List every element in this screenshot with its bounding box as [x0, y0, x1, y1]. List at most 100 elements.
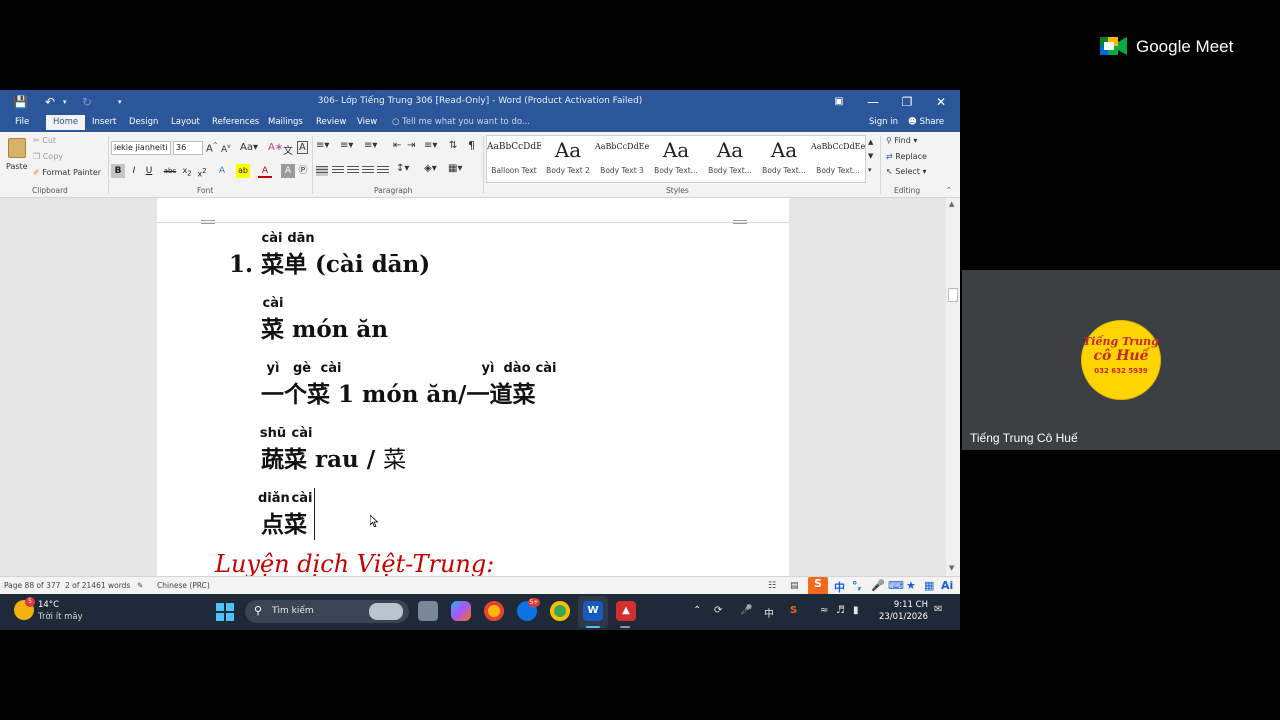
- document-area[interactable]: cài dān 1. 菜单 (cài dān) cài 菜 món ăn yì …: [0, 198, 960, 576]
- ime-punctuation-icon[interactable]: °,: [852, 579, 862, 592]
- styles-scroll-down-icon[interactable]: ▼: [868, 152, 873, 160]
- weather-description[interactable]: Trời ít mây: [38, 612, 83, 622]
- ime-voice-icon[interactable]: 🎤: [871, 579, 885, 592]
- wifi-icon[interactable]: ≈: [820, 605, 828, 616]
- tell-me-box[interactable]: ○ Tell me what you want to do...: [392, 117, 530, 127]
- numbering-icon[interactable]: ≡▾: [340, 140, 353, 151]
- find-button[interactable]: ⚲ Find ▾: [886, 136, 917, 145]
- ime-keyboard-icon[interactable]: ⌨: [888, 579, 904, 592]
- shading-icon[interactable]: ◈▾: [424, 163, 437, 174]
- character-border-icon[interactable]: A: [297, 141, 308, 154]
- taskbar-search[interactable]: ⚲ Tìm kiếm: [245, 600, 409, 623]
- style-body-text-3[interactable]: AaBbCcDdEe Body Text 3: [595, 136, 649, 182]
- shrink-font-icon[interactable]: Av: [221, 143, 231, 155]
- copilot-icon[interactable]: [451, 601, 471, 621]
- minimize-button[interactable]: —: [856, 90, 890, 114]
- align-right-icon[interactable]: [347, 166, 359, 176]
- replace-button[interactable]: ⇄ Replace: [886, 152, 927, 161]
- clock-time[interactable]: 9:11 CH: [880, 600, 928, 610]
- vertical-scrollbar[interactable]: ▲ ▼: [946, 198, 960, 576]
- collapse-ribbon-icon[interactable]: ⌃: [946, 186, 952, 194]
- superscript-button[interactable]: x2: [195, 164, 209, 179]
- format-painter-button[interactable]: ✐ Format Painter: [33, 168, 101, 177]
- font-name-box[interactable]: iekie jianheiti: [111, 141, 171, 155]
- font-size-box[interactable]: 36: [173, 141, 203, 155]
- read-mode-icon[interactable]: ☷: [768, 581, 776, 591]
- sort-icon[interactable]: ⇅: [449, 140, 457, 151]
- close-button[interactable]: ✕: [924, 90, 958, 114]
- notification-icon[interactable]: ✉: [934, 604, 942, 615]
- share-button[interactable]: ☻ Share: [908, 117, 944, 127]
- microphone-icon[interactable]: 🎤: [740, 605, 752, 616]
- style-body-text-6[interactable]: Aa Body Text...: [757, 136, 811, 182]
- tab-home[interactable]: Home: [46, 115, 86, 130]
- proofing-icon[interactable]: ✎: [137, 581, 143, 590]
- borders-icon[interactable]: ▦▾: [448, 163, 462, 174]
- pilcrow-icon[interactable]: ¶: [468, 139, 475, 152]
- sogou-tray-icon[interactable]: S: [790, 605, 797, 616]
- style-body-text-5[interactable]: Aa Body Text...: [703, 136, 757, 182]
- cut-button[interactable]: ✂ Cut: [33, 136, 56, 145]
- select-button[interactable]: ↖ Select ▾: [886, 167, 927, 176]
- distributed-icon[interactable]: [377, 166, 389, 176]
- strikethrough-button[interactable]: abc: [163, 164, 177, 178]
- bullets-icon[interactable]: ≡▾: [316, 140, 329, 151]
- word-app-icon[interactable]: W: [583, 601, 603, 621]
- style-body-text-4[interactable]: Aa Body Text...: [649, 136, 703, 182]
- sogou-ime-icon[interactable]: S: [808, 577, 828, 594]
- print-layout-icon[interactable]: ▤: [790, 581, 799, 591]
- weather-temp[interactable]: 14°C: [38, 600, 59, 610]
- battery-icon[interactable]: ▮: [853, 605, 859, 616]
- character-shading-icon[interactable]: A: [281, 164, 295, 178]
- ime-tray-indicator[interactable]: 中: [764, 605, 774, 620]
- font-color-icon[interactable]: A: [258, 164, 272, 178]
- volume-icon[interactable]: ♬: [836, 605, 845, 616]
- paste-button[interactable]: Paste: [5, 136, 29, 178]
- windows-start-icon[interactable]: [216, 603, 234, 621]
- decrease-indent-icon[interactable]: ⇤: [393, 140, 401, 151]
- sign-in-link[interactable]: Sign in: [869, 117, 898, 127]
- tray-overflow-icon[interactable]: ⌃: [693, 605, 701, 616]
- style-balloon-text[interactable]: AaBbCcDdE Balloon Text: [487, 136, 541, 182]
- underline-button[interactable]: U: [142, 164, 156, 178]
- scroll-thumb[interactable]: [948, 288, 958, 302]
- document-page[interactable]: cài dān 1. 菜单 (cài dān) cài 菜 món ăn yì …: [157, 198, 789, 576]
- tab-layout[interactable]: Layout: [171, 117, 200, 127]
- subscript-button[interactable]: x2: [180, 164, 194, 178]
- styles-scroll-up-icon[interactable]: ▲: [868, 138, 873, 146]
- ime-ai-icon[interactable]: Ai: [941, 579, 953, 592]
- tab-insert[interactable]: Insert: [92, 117, 116, 127]
- grow-font-icon[interactable]: A^: [206, 142, 218, 154]
- multilevel-list-icon[interactable]: ≡▾: [364, 140, 377, 151]
- highlight-icon[interactable]: ab: [236, 164, 250, 178]
- style-body-text-2[interactable]: Aa Body Text 2: [541, 136, 595, 182]
- ime-chinese-icon[interactable]: 中: [834, 579, 845, 594]
- enclose-characters-icon[interactable]: Ⓟ: [296, 164, 310, 178]
- ime-skin-icon[interactable]: ★: [906, 579, 916, 592]
- chinese-layout-icon[interactable]: ≡▾: [424, 140, 437, 151]
- line-spacing-icon[interactable]: ↕▾: [396, 163, 409, 174]
- align-center-icon[interactable]: [332, 166, 344, 176]
- clock-date[interactable]: 23/01/2026: [870, 612, 928, 622]
- tab-view[interactable]: View: [357, 117, 377, 127]
- restore-button[interactable]: ❐: [890, 90, 924, 114]
- bold-button[interactable]: B: [111, 164, 125, 178]
- tab-references[interactable]: References: [212, 117, 259, 127]
- tab-design[interactable]: Design: [129, 117, 158, 127]
- chrome-icon[interactable]: [484, 601, 504, 621]
- tab-file[interactable]: File: [15, 117, 29, 127]
- ribbon-display-icon[interactable]: ▣: [822, 90, 856, 114]
- style-body-text-7[interactable]: AaBbCcDdEe Body Text...: [811, 136, 865, 182]
- increase-indent-icon[interactable]: ⇥: [407, 140, 415, 151]
- copy-button[interactable]: ❐ Copy: [33, 152, 63, 161]
- scroll-up-icon[interactable]: ▲: [949, 200, 954, 208]
- justify-icon[interactable]: [362, 166, 374, 176]
- chrome-profile-icon[interactable]: [550, 601, 570, 621]
- language-indicator[interactable]: Chinese (PRC): [157, 581, 210, 590]
- page-count[interactable]: Page 88 of 377: [4, 581, 60, 590]
- styles-more-icon[interactable]: ▾: [868, 166, 872, 174]
- participant-tile[interactable]: Tiếng Trung cô Huế 032 632 5939 Tiếng Tr…: [962, 270, 1280, 450]
- phonetic-guide-icon[interactable]: 文: [283, 142, 293, 157]
- pdf-app-icon[interactable]: ▲: [616, 601, 636, 621]
- tab-review[interactable]: Review: [316, 117, 346, 127]
